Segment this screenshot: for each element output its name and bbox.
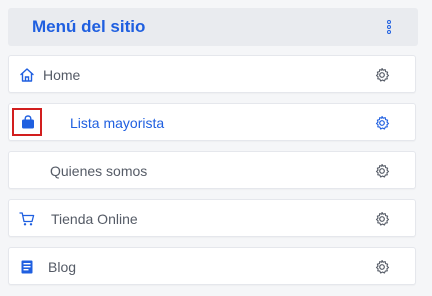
- gear-icon[interactable]: [374, 163, 390, 179]
- menu-item-home[interactable]: Home: [8, 55, 416, 93]
- menu-item-blog[interactable]: Blog: [8, 247, 416, 285]
- menu-item-label: Lista mayorista: [70, 115, 165, 131]
- menu-item-label: Tienda Online: [51, 211, 138, 227]
- menu-item-lista-mayorista[interactable]: Lista mayorista: [8, 103, 416, 141]
- site-menu-header: Menú del sitio: [8, 8, 418, 46]
- menu-item-label: Blog: [48, 259, 77, 275]
- bag-icon: [22, 115, 34, 129]
- cart-icon: [19, 212, 35, 226]
- menu-item-label: Home: [43, 67, 81, 83]
- site-menu-title: Menú del sitio: [32, 17, 146, 36]
- home-icon: [20, 68, 34, 82]
- vertical-ellipsis-icon[interactable]: [385, 19, 393, 35]
- gear-icon[interactable]: [374, 211, 390, 227]
- gear-icon[interactable]: [374, 115, 390, 131]
- menu-item-tienda-online[interactable]: Tienda Online: [8, 199, 416, 237]
- menu-item-label: Quienes somos: [50, 163, 148, 179]
- gear-icon[interactable]: [374, 67, 390, 83]
- document-icon: [21, 260, 33, 274]
- menu-item-quienes-somos[interactable]: Quienes somos: [8, 151, 416, 189]
- gear-icon[interactable]: [374, 259, 390, 275]
